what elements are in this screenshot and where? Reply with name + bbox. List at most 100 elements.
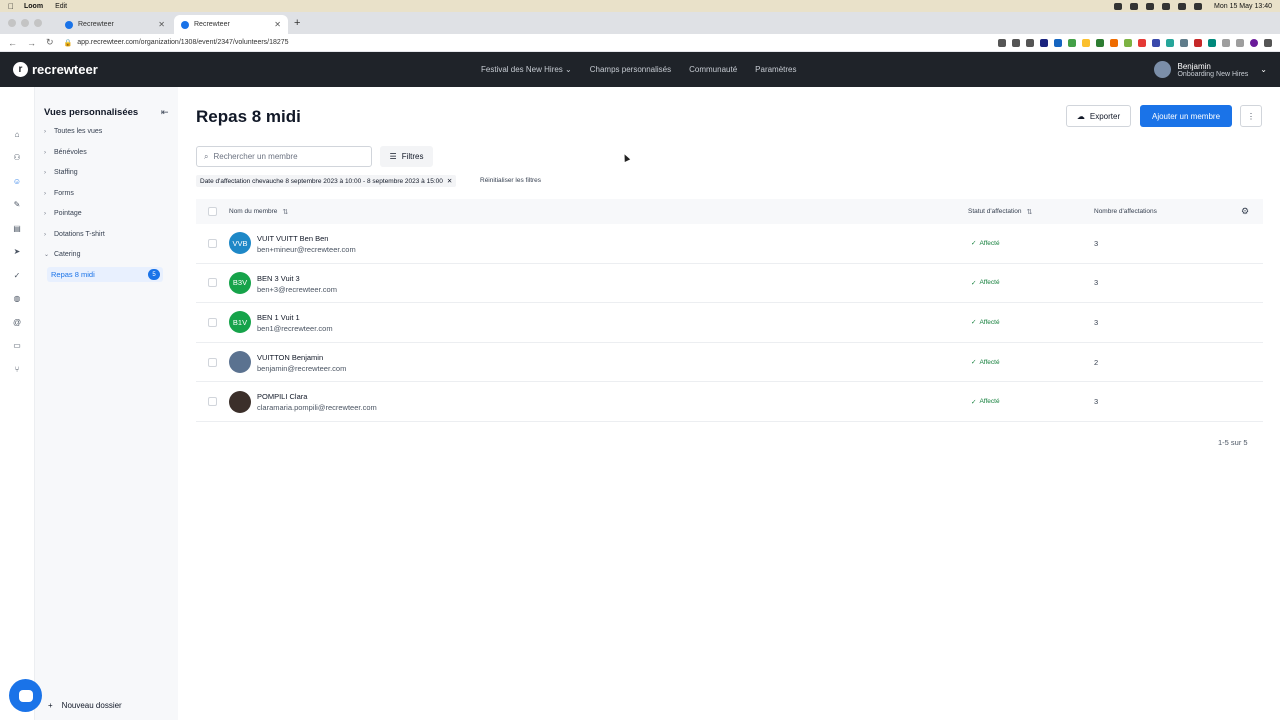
- extension-icon[interactable]: [1166, 38, 1174, 47]
- gear-icon[interactable]: ⚙: [1241, 206, 1249, 217]
- sidebar-item-tshirt[interactable]: › Dotations T-shirt: [44, 231, 105, 238]
- tray-icon[interactable]: [1162, 2, 1171, 10]
- member-name[interactable]: BEN 3 Vuit 3: [257, 274, 300, 283]
- filters-button[interactable]: ☰ Filtres: [380, 146, 433, 167]
- close-icon[interactable]: ✕: [158, 20, 165, 29]
- globe-icon[interactable]: ◍: [12, 294, 22, 304]
- search-icon[interactable]: [1194, 2, 1203, 10]
- add-member-button[interactable]: Ajouter un membre: [1140, 105, 1232, 127]
- extension-icon[interactable]: [1194, 38, 1202, 47]
- share-icon[interactable]: [1012, 38, 1020, 47]
- extension-icon[interactable]: [1082, 38, 1090, 47]
- nav-event-dropdown[interactable]: Festival des New Hires ⌄: [481, 65, 572, 74]
- more-options-icon[interactable]: ⋮: [1240, 105, 1262, 127]
- tray-icon[interactable]: [1146, 2, 1155, 10]
- nav-settings[interactable]: Paramètres: [755, 65, 796, 74]
- member-name[interactable]: VUIT VUITT Ben Ben: [257, 234, 328, 243]
- extension-icon[interactable]: [1208, 38, 1216, 47]
- url-field[interactable]: 🔒 app.recrewteer.com/organization/1308/e…: [64, 36, 998, 49]
- row-checkbox[interactable]: [208, 357, 217, 367]
- member-name[interactable]: BEN 1 Vuit 1: [257, 313, 300, 322]
- menu-app-name[interactable]: Loom: [24, 3, 43, 10]
- tray-icon[interactable]: [1130, 2, 1139, 10]
- extension-icon[interactable]: [1068, 38, 1076, 47]
- nav-community[interactable]: Communauté: [689, 65, 737, 74]
- zoom-icon[interactable]: [998, 38, 1006, 47]
- row-checkbox[interactable]: [208, 278, 217, 288]
- sidebar-item-staffing[interactable]: › Staffing: [44, 169, 78, 176]
- logo[interactable]: r recrewteer: [13, 62, 98, 77]
- column-header-name[interactable]: Nom du membre ⇅: [229, 208, 288, 216]
- star-icon[interactable]: [1026, 38, 1034, 47]
- document-icon[interactable]: ▤: [12, 223, 22, 233]
- maximize-window-button[interactable]: [34, 19, 42, 27]
- apple-icon[interactable]: : [8, 2, 14, 11]
- row-checkbox[interactable]: [208, 317, 217, 327]
- send-icon[interactable]: ➤: [12, 247, 22, 257]
- clock[interactable]: Mon 15 May 13:40: [1214, 3, 1272, 10]
- wifi-icon[interactable]: [1178, 2, 1187, 10]
- sidebar-item-forms[interactable]: › Forms: [44, 190, 74, 197]
- new-folder-button[interactable]: + Nouveau dossier: [48, 701, 122, 710]
- tools-icon[interactable]: ✎: [12, 200, 22, 210]
- folder-icon[interactable]: ▭: [12, 341, 22, 351]
- profile-avatar[interactable]: [1250, 38, 1258, 47]
- table-row[interactable]: VUITTON Benjamin benjamin@recrewteer.com…: [196, 343, 1263, 383]
- close-window-button[interactable]: [8, 19, 16, 27]
- member-name[interactable]: VUITTON Benjamin: [257, 353, 323, 362]
- nav-custom-fields[interactable]: Champs personnalisés: [590, 65, 671, 74]
- close-icon[interactable]: ✕: [274, 20, 281, 29]
- sidebar-item-volunteers[interactable]: › Bénévoles: [44, 149, 87, 156]
- sidebar-item-pointage[interactable]: › Pointage: [44, 210, 82, 217]
- close-icon[interactable]: ✕: [447, 177, 452, 185]
- volunteers-icon[interactable]: ☺: [12, 176, 22, 186]
- row-checkbox[interactable]: [208, 397, 217, 407]
- member-name[interactable]: POMPILI Clara: [257, 392, 307, 401]
- forward-icon[interactable]: →: [27, 38, 36, 48]
- minimize-window-button[interactable]: [21, 19, 29, 27]
- extension-icon[interactable]: [1124, 38, 1132, 47]
- back-icon[interactable]: ←: [8, 38, 17, 48]
- extension-icon[interactable]: [1138, 38, 1146, 47]
- status-label: Affecté: [979, 239, 1000, 247]
- reload-icon[interactable]: ↻: [46, 37, 54, 48]
- table-row[interactable]: B1V BEN 1 Vuit 1 ben1@recrewteer.com ✓ Af…: [196, 303, 1263, 343]
- sidepanel-icon[interactable]: [1236, 38, 1244, 47]
- extension-icon[interactable]: [1096, 38, 1104, 47]
- home-icon[interactable]: ⌂: [12, 129, 22, 139]
- chat-widget-button[interactable]: [9, 679, 42, 712]
- browser-tab-active[interactable]: Recrewteer ✕: [174, 15, 288, 34]
- menu-edit[interactable]: Edit: [55, 3, 67, 10]
- sidebar-item-repas-8-midi[interactable]: Repas 8 midi 5: [47, 267, 163, 282]
- branch-icon[interactable]: ⑂: [12, 364, 22, 374]
- extension-icon[interactable]: [1180, 38, 1188, 47]
- search-input[interactable]: [213, 152, 364, 161]
- tray-icon[interactable]: [1114, 2, 1123, 10]
- sidebar-item-all-views[interactable]: › Toutes les vues: [44, 128, 102, 135]
- table-row[interactable]: VVB VUIT VUITT Ben Ben ben+mineur@recrew…: [196, 224, 1263, 264]
- extension-icon[interactable]: [1152, 38, 1160, 47]
- export-button[interactable]: ☁ Exporter: [1066, 105, 1131, 127]
- select-all-checkbox[interactable]: [208, 207, 217, 216]
- at-icon[interactable]: @: [12, 317, 22, 327]
- row-checkbox[interactable]: [208, 238, 217, 248]
- browser-tab[interactable]: Recrewteer ✕: [58, 15, 172, 34]
- chevron-right-icon: ›: [44, 190, 46, 197]
- extension-icon[interactable]: [1054, 38, 1062, 47]
- puzzle-icon[interactable]: [1222, 38, 1230, 47]
- organization-icon[interactable]: ⚇: [12, 153, 22, 163]
- check-circle-icon[interactable]: ✓: [12, 270, 22, 280]
- table-row[interactable]: B3V BEN 3 Vuit 3 ben+3@recrewteer.com ✓ A…: [196, 264, 1263, 304]
- user-menu[interactable]: Benjamin Onboarding New Hires ⌄: [1154, 61, 1267, 78]
- sidebar-item-catering[interactable]: ⌄ Catering: [44, 251, 80, 258]
- reset-filters-link[interactable]: Réinitialiser les filtres: [480, 177, 541, 184]
- table-row[interactable]: POMPILI Clara claramaria.pompili@recrewt…: [196, 382, 1263, 422]
- extension-icon[interactable]: [1040, 38, 1048, 47]
- more-icon[interactable]: [1264, 38, 1272, 47]
- extension-icon[interactable]: [1110, 38, 1118, 47]
- collapse-sidebar-icon[interactable]: ⇤: [161, 107, 169, 118]
- check-icon: ✓: [971, 279, 977, 287]
- chevron-right-icon: ›: [44, 169, 46, 176]
- new-tab-button[interactable]: +: [294, 17, 300, 29]
- column-header-status[interactable]: Statut d'affectation ⇅: [968, 208, 1032, 216]
